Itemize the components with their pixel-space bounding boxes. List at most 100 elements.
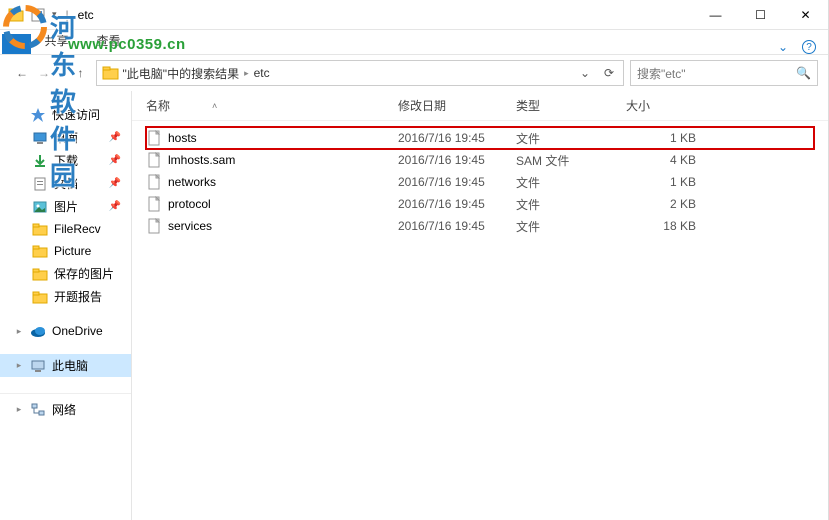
- nav-recent-icon[interactable]: ⌄: [60, 68, 68, 79]
- sidebar-item-icon: [32, 266, 48, 282]
- file-icon: [146, 130, 162, 146]
- title-bar: ▾ | etc — ☐ ✕: [0, 0, 828, 30]
- nav-back-button[interactable]: ←: [16, 66, 28, 80]
- address-bar[interactable]: "此电脑"中的搜索结果 ▸ etc ⌄ ⟳: [96, 60, 624, 86]
- file-name: services: [168, 219, 398, 233]
- ribbon-expand-icon[interactable]: ⌄: [778, 40, 788, 54]
- nav-forward-button[interactable]: →: [38, 66, 50, 80]
- file-size: 2 KB: [626, 197, 696, 211]
- maximize-button[interactable]: ☐: [738, 0, 783, 30]
- folder-app-icon: [8, 7, 24, 23]
- sidebar-item-label: Picture: [54, 244, 91, 258]
- sidebar-item-label: 文档: [54, 175, 78, 192]
- file-date: 2016/7/16 19:45: [398, 219, 516, 233]
- search-input[interactable]: 搜索"etc" 🔍: [630, 60, 818, 86]
- column-header-name[interactable]: 名称 ˄: [146, 97, 398, 114]
- ribbon-tab-view[interactable]: 查看: [83, 28, 135, 54]
- sidebar-onedrive[interactable]: ▸ OneDrive: [0, 320, 131, 342]
- navigation-bar: ← → ⌄ ↑ "此电脑"中的搜索结果 ▸ etc ⌄ ⟳ 搜索"etc" 🔍: [0, 55, 828, 91]
- pin-icon: 📌: [109, 201, 121, 212]
- sidebar-item-icon: [32, 289, 48, 305]
- sidebar-item[interactable]: 下载 📌: [0, 149, 131, 172]
- sidebar-item[interactable]: 保存的图片: [0, 262, 131, 285]
- ribbon-help-icon[interactable]: ?: [802, 40, 816, 54]
- file-type: 文件: [516, 130, 626, 147]
- address-refresh-button[interactable]: ⟳: [597, 61, 621, 85]
- sidebar-item-label: FileRecv: [54, 222, 101, 236]
- pin-icon: 📌: [109, 155, 121, 166]
- sidebar-this-pc[interactable]: ▸ 此电脑: [0, 354, 131, 377]
- file-row[interactable]: hosts2016/7/16 19:45文件1 KB: [146, 127, 814, 149]
- file-row[interactable]: lmhosts.sam2016/7/16 19:45SAM 文件4 KB: [146, 149, 814, 171]
- column-header-type[interactable]: 类型: [516, 97, 626, 114]
- sidebar-label: OneDrive: [52, 324, 103, 338]
- file-list: hosts2016/7/16 19:45文件1 KBlmhosts.sam201…: [132, 121, 828, 243]
- sort-ascending-icon: ˄: [212, 101, 217, 111]
- file-size: 1 KB: [626, 175, 696, 189]
- file-size: 4 KB: [626, 153, 696, 167]
- pin-icon: 📌: [109, 132, 121, 143]
- address-dropdown-button[interactable]: ⌄: [573, 61, 597, 85]
- breadcrumb-sep-icon: ▸: [244, 68, 249, 79]
- file-date: 2016/7/16 19:45: [398, 131, 516, 145]
- nav-up-button[interactable]: ↑: [78, 66, 84, 80]
- qat-chevron-icon[interactable]: ▾: [52, 9, 57, 20]
- address-folder-icon: [102, 64, 120, 82]
- file-icon: [146, 152, 162, 168]
- properties-qat-icon[interactable]: [30, 7, 46, 23]
- quick-access-icon: [30, 107, 46, 123]
- sidebar-item-icon: [32, 221, 48, 237]
- sidebar-item[interactable]: Picture: [0, 240, 131, 262]
- sidebar-network[interactable]: ▸ 网络: [0, 398, 131, 421]
- ribbon-file-tab[interactable]: ◂: [2, 34, 31, 54]
- ribbon-tabs: ◂ 共享 查看 ⌄ ?: [0, 30, 828, 55]
- file-size: 1 KB: [626, 131, 696, 145]
- sidebar-item-label: 保存的图片: [54, 265, 114, 282]
- minimize-button[interactable]: —: [693, 0, 738, 30]
- close-button[interactable]: ✕: [783, 0, 828, 30]
- navigation-pane: 快速访问 桌面📌下载📌文档📌图片📌FileRecvPicture保存的图片开题报…: [0, 91, 132, 520]
- ribbon-tab-share[interactable]: 共享: [31, 28, 83, 54]
- sidebar-item[interactable]: 图片📌: [0, 195, 131, 218]
- sidebar-item[interactable]: 开题报告: [0, 285, 131, 308]
- file-name: hosts: [168, 131, 398, 145]
- sidebar-item[interactable]: 桌面 📌: [0, 126, 131, 149]
- search-icon: 🔍: [796, 66, 811, 80]
- sidebar-label: 快速访问: [52, 106, 100, 123]
- file-type: 文件: [516, 218, 626, 235]
- breadcrumb[interactable]: "此电脑"中的搜索结果 ▸ etc: [123, 65, 573, 82]
- breadcrumb-seg-0[interactable]: "此电脑"中的搜索结果: [123, 65, 240, 82]
- window-title: etc: [78, 8, 94, 22]
- sidebar-item-icon: [32, 130, 48, 146]
- file-type: SAM 文件: [516, 152, 626, 169]
- sidebar-item-label: 桌面: [54, 129, 78, 146]
- column-headers: 名称 ˄ 修改日期 类型 大小: [132, 91, 828, 121]
- column-header-date[interactable]: 修改日期: [398, 97, 516, 114]
- this-pc-icon: [30, 358, 46, 374]
- title-separator: |: [66, 8, 69, 22]
- file-type: 文件: [516, 196, 626, 213]
- file-name: protocol: [168, 197, 398, 211]
- file-date: 2016/7/16 19:45: [398, 197, 516, 211]
- file-icon: [146, 218, 162, 234]
- file-icon: [146, 196, 162, 212]
- sidebar-item-icon: [32, 176, 48, 192]
- sidebar-item-label: 开题报告: [54, 288, 102, 305]
- file-row[interactable]: services2016/7/16 19:45文件18 KB: [146, 215, 814, 237]
- sidebar-quick-access[interactable]: 快速访问: [0, 103, 131, 126]
- sidebar-item[interactable]: 文档📌: [0, 172, 131, 195]
- sidebar-label: 此电脑: [52, 357, 88, 374]
- file-row[interactable]: protocol2016/7/16 19:45文件2 KB: [146, 193, 814, 215]
- sidebar-item-icon: [32, 199, 48, 215]
- chevron-right-icon: ▸: [14, 404, 24, 415]
- file-row[interactable]: networks2016/7/16 19:45文件1 KB: [146, 171, 814, 193]
- file-date: 2016/7/16 19:45: [398, 175, 516, 189]
- chevron-right-icon: ▸: [14, 360, 24, 371]
- file-icon: [146, 174, 162, 190]
- sidebar-item-icon: [32, 243, 48, 259]
- breadcrumb-seg-1[interactable]: etc: [254, 66, 270, 80]
- column-header-size[interactable]: 大小: [626, 97, 708, 114]
- file-type: 文件: [516, 174, 626, 191]
- sidebar-item-label: 下载: [54, 152, 78, 169]
- sidebar-item[interactable]: FileRecv: [0, 218, 131, 240]
